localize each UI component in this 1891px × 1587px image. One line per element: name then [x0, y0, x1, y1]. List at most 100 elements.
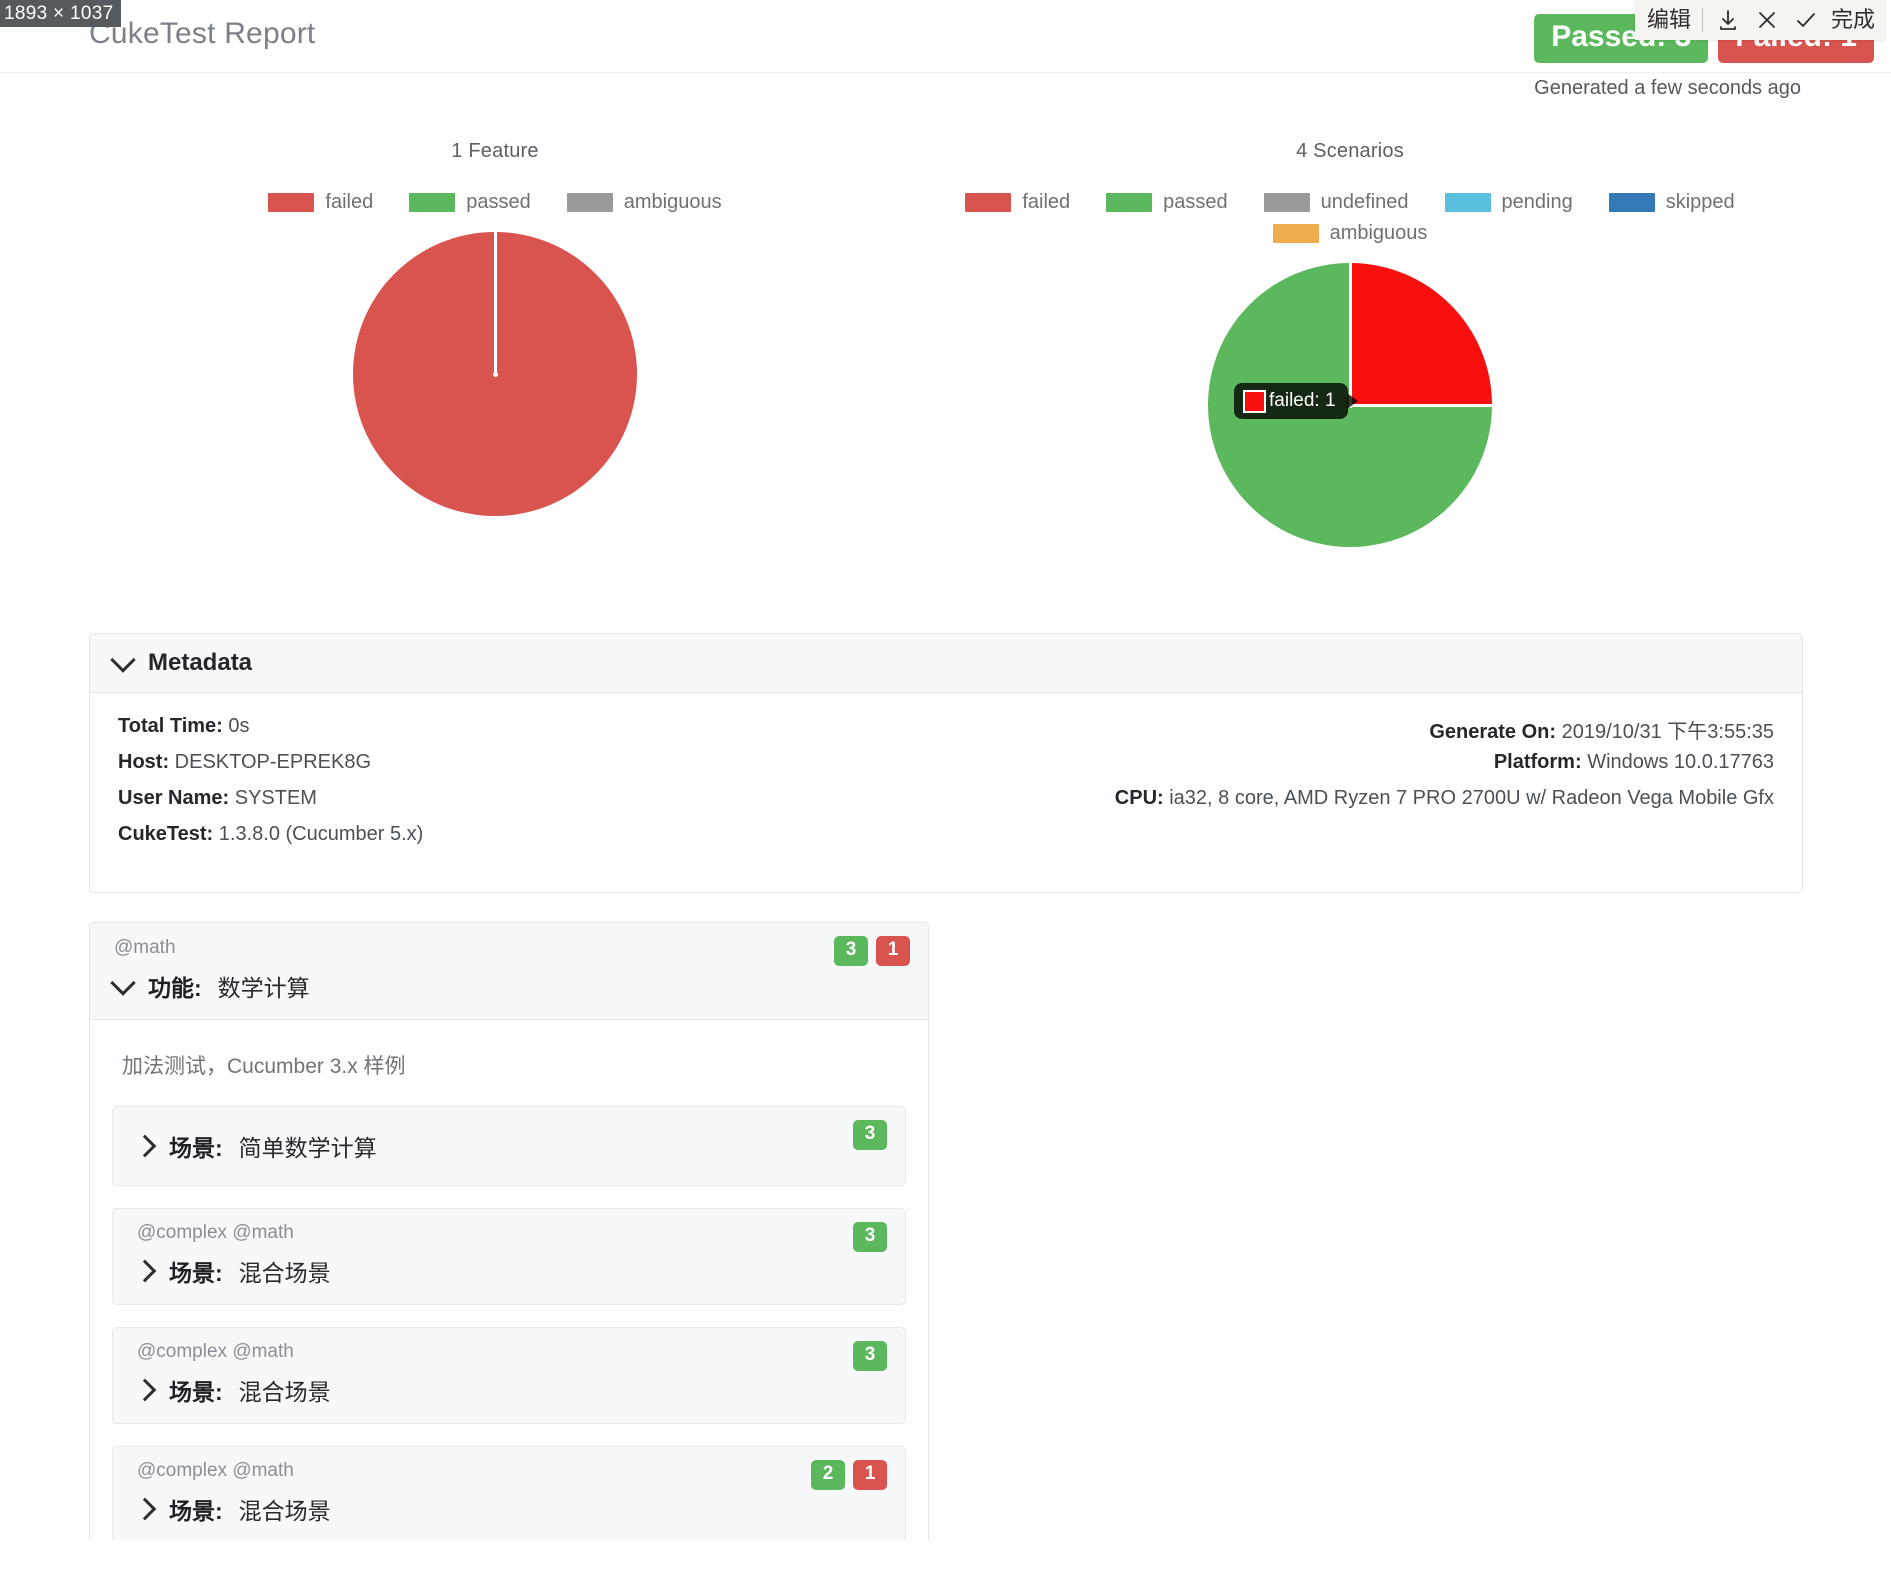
scenario-count-badges: 3 — [853, 1222, 887, 1252]
metadata-panel-header[interactable]: Metadata — [90, 634, 1802, 693]
scenario-row[interactable]: @complex @math 场景: 混合场景 3 — [112, 1208, 906, 1305]
legend-item-pending[interactable]: pending — [1444, 191, 1573, 214]
feature-pie[interactable] — [353, 232, 637, 516]
legend-item-ambiguous[interactable]: ambiguous — [566, 191, 722, 214]
metadata-key: User Name: — [118, 787, 230, 809]
screenshot-size-badge: 1893 × 1037 — [0, 0, 121, 27]
feature-count-badges: 3 1 — [834, 936, 910, 966]
scenario-tags: @complex @math — [137, 1460, 294, 1481]
chevron-right-icon — [133, 1378, 157, 1402]
scenario-count-badges: 2 1 — [811, 1460, 887, 1490]
legend-label-failed: failed — [325, 191, 374, 213]
header-divider — [0, 72, 1891, 73]
legend-label-failed: failed — [1022, 191, 1071, 213]
edit-button[interactable]: 编辑 — [1647, 7, 1691, 33]
metadata-key: CPU: — [1114, 787, 1164, 809]
legend-swatch-ambiguous — [566, 193, 613, 212]
feature-pie-chart: 1 Feature failed passed ambiguous — [90, 140, 900, 516]
pie-center-hub — [492, 371, 498, 377]
legend-item-skipped[interactable]: skipped — [1608, 191, 1735, 214]
scenario-row[interactable]: @complex @math 场景: 混合场景 2 1 — [112, 1446, 906, 1543]
legend-label-ambiguous: ambiguous — [1329, 222, 1428, 244]
scenario-name: 混合场景 — [238, 1260, 331, 1286]
metadata-value: SYSTEM — [234, 787, 317, 809]
metadata-key: Host: — [118, 751, 170, 773]
pie-seam-horizontal — [1350, 403, 1492, 407]
tooltip-label: failed: 1 — [1269, 390, 1336, 411]
metadata-cpu: CPU: ia32, 8 core, AMD Ryzen 7 PRO 2700U… — [1115, 787, 1774, 810]
chevron-down-icon — [110, 646, 136, 673]
metadata-user-name: User Name: SYSTEM — [118, 787, 317, 810]
feature-title-line: 功能: 数学计算 — [110, 969, 928, 1003]
generated-timestamp: Generated a few seconds ago — [1534, 77, 1801, 99]
close-icon[interactable] — [1753, 6, 1781, 34]
metadata-platform: Platform: Windows 10.0.17763 — [1494, 751, 1774, 774]
metadata-host: Host: DESKTOP-EPREK8G — [118, 751, 371, 774]
scenario-name: 混合场景 — [238, 1379, 331, 1405]
metadata-row: CukeTest: 1.3.8.0 (Cucumber 5.x) — [118, 823, 1774, 859]
done-button[interactable]: 完成 — [1831, 7, 1875, 33]
scenario-count-badges: 3 — [853, 1120, 887, 1150]
legend-item-passed[interactable]: passed — [1106, 191, 1228, 214]
report-header: CukeTest Report Passed: 3 Failed: 1 — [0, 0, 1891, 72]
scenario-passed-count: 3 — [853, 1222, 887, 1252]
legend-swatch-undefined — [1263, 193, 1310, 212]
scenario-row[interactable]: @complex @math 场景: 混合场景 3 — [112, 1327, 906, 1424]
legend-swatch-failed — [268, 193, 315, 212]
page-title: CukeTest Report — [89, 17, 316, 50]
legend-swatch-skipped — [1608, 193, 1655, 212]
page-bottom-spacer — [0, 1540, 1891, 1587]
pie-tooltip: failed: 1 — [1234, 383, 1358, 419]
legend-swatch-pending — [1444, 193, 1491, 212]
metadata-row: User Name: SYSTEM CPU: ia32, 8 core, AMD… — [118, 787, 1774, 823]
chevron-down-icon — [110, 969, 136, 996]
scenario-pie[interactable]: failed: 1 — [1208, 263, 1492, 547]
legend-label-undefined: undefined — [1320, 191, 1409, 213]
scenario-chart-title: 4 Scenarios — [1296, 140, 1404, 162]
feature-tags: @math — [114, 937, 176, 958]
legend-swatch-ambiguous — [1272, 224, 1319, 243]
download-icon[interactable] — [1714, 6, 1742, 34]
metadata-panel: Metadata Total Time: 0s Generate On: 201… — [89, 633, 1803, 893]
metadata-total-time: Total Time: 0s — [118, 715, 250, 738]
feature-description: 加法测试，Cucumber 3.x 样例 — [122, 1055, 406, 1078]
chevron-right-icon — [133, 1134, 157, 1158]
chevron-right-icon — [133, 1497, 157, 1521]
tooltip-swatch-icon — [1243, 389, 1266, 413]
legend-label-passed: passed — [466, 191, 531, 213]
scenario-tags: @complex @math — [137, 1341, 294, 1362]
scenario-keyword: 场景: — [169, 1379, 223, 1405]
metadata-cuketest-version: CukeTest: 1.3.8.0 (Cucumber 5.x) — [118, 823, 423, 846]
scenario-title-line: 场景: 简单数学计算 — [133, 1129, 905, 1163]
metadata-row: Total Time: 0s Generate On: 2019/10/31 下… — [118, 715, 1774, 751]
legend-item-undefined[interactable]: undefined — [1263, 191, 1409, 214]
pie-seam — [493, 232, 497, 374]
feature-header[interactable]: @math 功能: 数学计算 3 1 — [90, 923, 928, 1020]
legend-item-failed[interactable]: failed — [965, 191, 1070, 214]
scenario-row[interactable]: 场景: 简单数学计算 3 — [112, 1106, 906, 1186]
feature-passed-count: 3 — [834, 936, 868, 966]
scenario-keyword: 场景: — [169, 1135, 223, 1161]
screenshot-edit-toolbar[interactable]: 编辑 完成 — [1634, 0, 1885, 40]
check-icon[interactable] — [1792, 6, 1820, 34]
toolbar-separator — [1701, 8, 1703, 32]
legend-swatch-passed — [1106, 193, 1153, 212]
scenario-keyword: 场景: — [169, 1498, 223, 1524]
scenario-title-line: 场景: 混合场景 — [133, 1492, 905, 1526]
metadata-row: Host: DESKTOP-EPREK8G Platform: Windows … — [118, 751, 1774, 787]
feature-keyword: 功能: — [148, 975, 202, 1001]
legend-item-failed[interactable]: failed — [268, 191, 373, 214]
scenario-passed-count: 3 — [853, 1120, 887, 1150]
feature-pie-wrap — [90, 232, 900, 516]
scenario-failed-count: 1 — [853, 1460, 887, 1490]
legend-item-ambiguous[interactable]: ambiguous — [1272, 222, 1428, 245]
metadata-value: DESKTOP-EPREK8G — [174, 751, 372, 773]
scenario-tags: @complex @math — [137, 1222, 294, 1243]
legend-swatch-passed — [409, 193, 456, 212]
feature-panel: @math 功能: 数学计算 3 1 加法测试，Cucumber 3.x 样例 … — [89, 922, 929, 1587]
legend-item-passed[interactable]: passed — [409, 191, 531, 214]
feature-chart-title: 1 Feature — [451, 140, 539, 162]
scenario-pie-chart: 4 Scenarios failed passed undefined pend… — [900, 140, 1800, 547]
legend-label-passed: passed — [1163, 191, 1228, 213]
scenario-chart-legend: failed passed undefined pending skipped … — [900, 191, 1800, 245]
